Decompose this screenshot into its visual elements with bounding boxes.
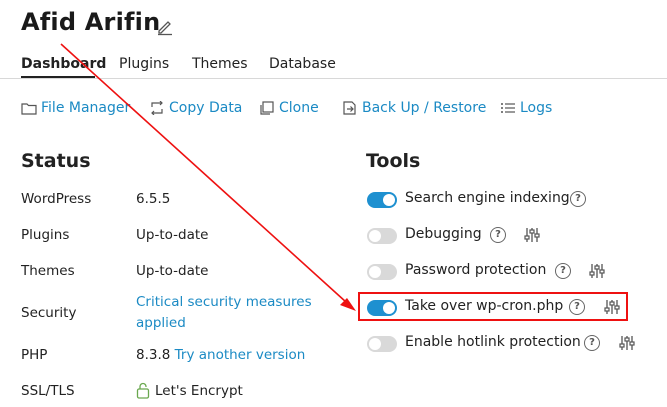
status-label-ssl: SSL/TLS bbox=[21, 383, 75, 399]
file-manager-label: File Manager bbox=[41, 100, 131, 116]
logs-link[interactable]: Logs bbox=[500, 100, 552, 116]
help-icon[interactable]: ? bbox=[555, 263, 571, 279]
tab-themes[interactable]: Themes bbox=[192, 56, 248, 72]
page-title: Afid Arifin bbox=[21, 8, 161, 36]
clone-link[interactable]: Clone bbox=[259, 100, 319, 116]
wp-cron-label: Take over wp-cron.php bbox=[405, 298, 564, 314]
help-icon[interactable]: ? bbox=[490, 227, 506, 243]
help-icon[interactable]: ? bbox=[569, 299, 585, 315]
status-value-ssl: Let's Encrypt bbox=[155, 383, 243, 399]
tab-plugins[interactable]: Plugins bbox=[119, 56, 169, 72]
backup-restore-label: Back Up / Restore bbox=[362, 100, 487, 116]
settings-sliders-icon[interactable] bbox=[589, 263, 605, 279]
folder-icon bbox=[21, 103, 37, 115]
status-label-security: Security bbox=[21, 305, 77, 321]
status-value-php: 8.3.8 Try another version bbox=[136, 347, 305, 363]
hotlink-protection-label: Enable hotlink protection bbox=[405, 334, 581, 350]
list-icon bbox=[501, 103, 515, 113]
password-protection-toggle[interactable] bbox=[367, 264, 397, 280]
tabs-divider bbox=[0, 78, 667, 79]
status-label-plugins: Plugins bbox=[21, 227, 70, 243]
security-status-link-line2[interactable]: applied bbox=[136, 315, 186, 331]
help-icon[interactable]: ? bbox=[584, 335, 600, 351]
debugging-toggle[interactable] bbox=[367, 228, 397, 244]
copy-data-label: Copy Data bbox=[169, 100, 243, 116]
clone-icon bbox=[260, 101, 274, 115]
password-protection-label: Password protection bbox=[405, 262, 547, 278]
security-status-link-line1[interactable]: Critical security measures bbox=[136, 294, 312, 310]
status-label-themes: Themes bbox=[21, 263, 75, 279]
wp-cron-toggle[interactable] bbox=[367, 300, 397, 316]
status-value-themes: Up-to-date bbox=[136, 263, 209, 279]
copy-data-icon bbox=[151, 101, 163, 115]
logs-label: Logs bbox=[520, 100, 553, 116]
status-label-wordpress: WordPress bbox=[21, 191, 92, 207]
lock-icon bbox=[136, 382, 150, 399]
pencil-icon[interactable] bbox=[156, 18, 174, 36]
php-version: 8.3.8 bbox=[136, 347, 171, 363]
backup-restore-link[interactable]: Back Up / Restore bbox=[342, 100, 486, 116]
clone-label: Clone bbox=[279, 100, 319, 116]
try-another-version-link[interactable]: Try another version bbox=[175, 347, 306, 363]
hotlink-protection-toggle[interactable] bbox=[367, 336, 397, 352]
settings-sliders-icon[interactable] bbox=[619, 335, 635, 351]
status-value-plugins: Up-to-date bbox=[136, 227, 209, 243]
search-indexing-toggle[interactable] bbox=[367, 192, 397, 208]
settings-sliders-icon[interactable] bbox=[524, 227, 540, 243]
status-heading: Status bbox=[21, 150, 91, 172]
file-manager-link[interactable]: File Manager bbox=[21, 100, 130, 116]
status-label-php: PHP bbox=[21, 347, 48, 363]
search-indexing-label: Search engine indexing bbox=[405, 190, 570, 206]
tab-dashboard[interactable]: Dashboard bbox=[21, 56, 106, 72]
status-value-wordpress: 6.5.5 bbox=[136, 191, 171, 207]
tab-database[interactable]: Database bbox=[269, 56, 336, 72]
help-icon[interactable]: ? bbox=[570, 191, 586, 207]
debugging-label: Debugging bbox=[405, 226, 482, 242]
copy-data-link[interactable]: Copy Data bbox=[149, 100, 242, 116]
backup-restore-icon bbox=[343, 101, 356, 115]
settings-sliders-icon[interactable] bbox=[604, 299, 620, 315]
tools-heading: Tools bbox=[366, 150, 421, 172]
